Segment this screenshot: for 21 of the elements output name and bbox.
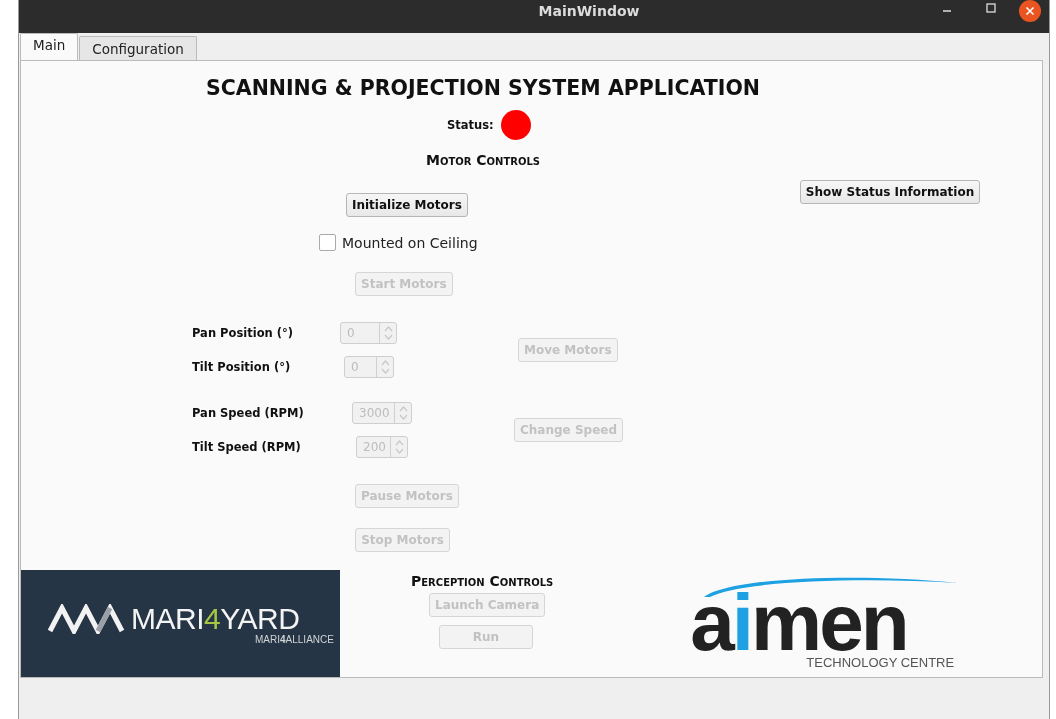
close-icon[interactable] (1019, 0, 1041, 22)
field-label: Pan Speed (RPM) (192, 406, 305, 420)
status-label: Status: (447, 118, 494, 132)
ceiling-checkbox[interactable] (319, 234, 336, 251)
logo-tagline: MARI4ALLIANCE (255, 634, 335, 645)
tab[interactable]: Main (20, 33, 79, 60)
show-status-button[interactable]: Show Status Information (799, 180, 981, 204)
initialize-motors-button[interactable]: Initialize Motors (346, 193, 468, 217)
app-title: SCANNING & PROJECTION SYSTEM APPLICATION (206, 75, 761, 100)
section-heading: Perception Controls (411, 573, 554, 589)
section-heading: Motor Controls (426, 152, 542, 168)
logo-name: MARI4YARD (131, 602, 300, 635)
wave-logo-icon (47, 604, 125, 634)
maximize-icon[interactable] (985, 2, 997, 14)
logo-tagline: TECHNOLOGY CENTRE (806, 655, 956, 670)
checkbox-label: Mounted on Ceiling (342, 234, 478, 251)
field-label: Tilt Position (°) (192, 360, 292, 374)
window-title: MainWindow (538, 2, 640, 19)
field-label: Pan Position (°) (192, 326, 294, 340)
field-label: Tilt Speed (RPM) (192, 440, 302, 454)
tab[interactable]: Configuration (79, 36, 197, 60)
